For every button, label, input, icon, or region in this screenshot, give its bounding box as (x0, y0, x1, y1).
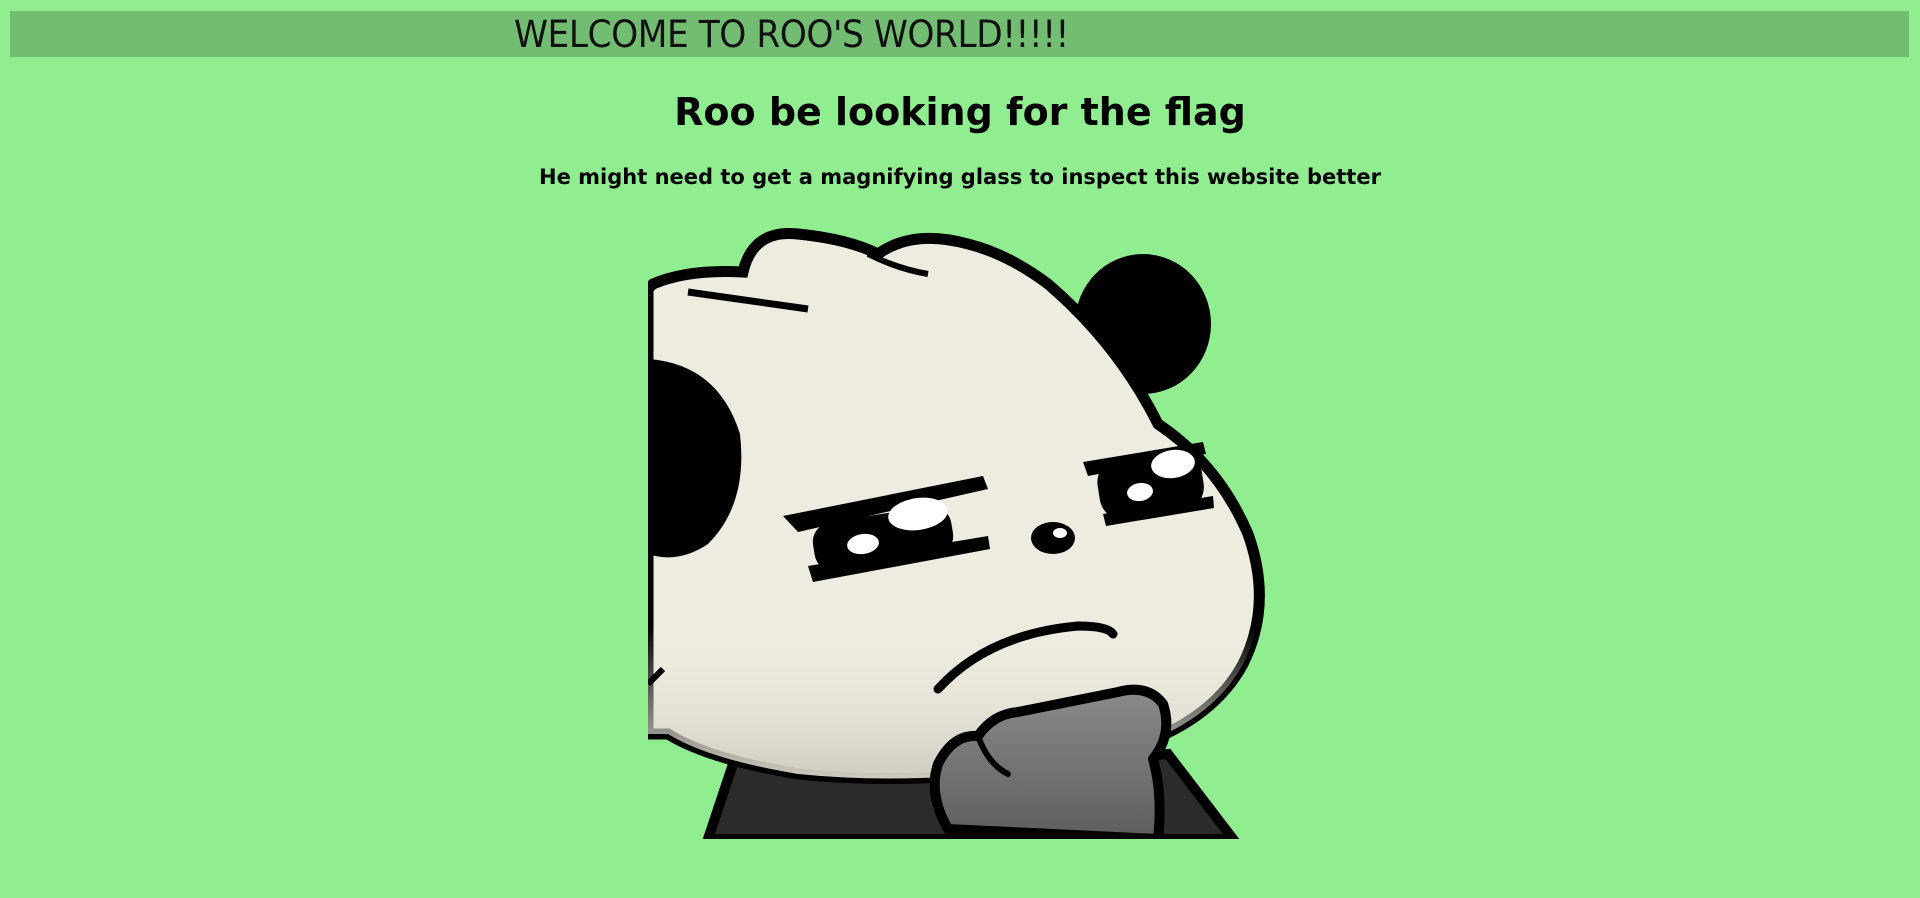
page-heading: Roo be looking for the flag (674, 90, 1246, 134)
panda-icon (648, 227, 1265, 839)
welcome-banner: WELCOME TO ROO'S WORLD!!!!! (10, 11, 1909, 57)
banner-text: WELCOME TO ROO'S WORLD!!!!! (514, 13, 1069, 56)
thinking-panda-image (648, 214, 1273, 839)
page-subheading: He might need to get a magnifying glass … (539, 165, 1381, 189)
page: WELCOME TO ROO'S WORLD!!!!! Roo be looki… (0, 0, 1920, 898)
